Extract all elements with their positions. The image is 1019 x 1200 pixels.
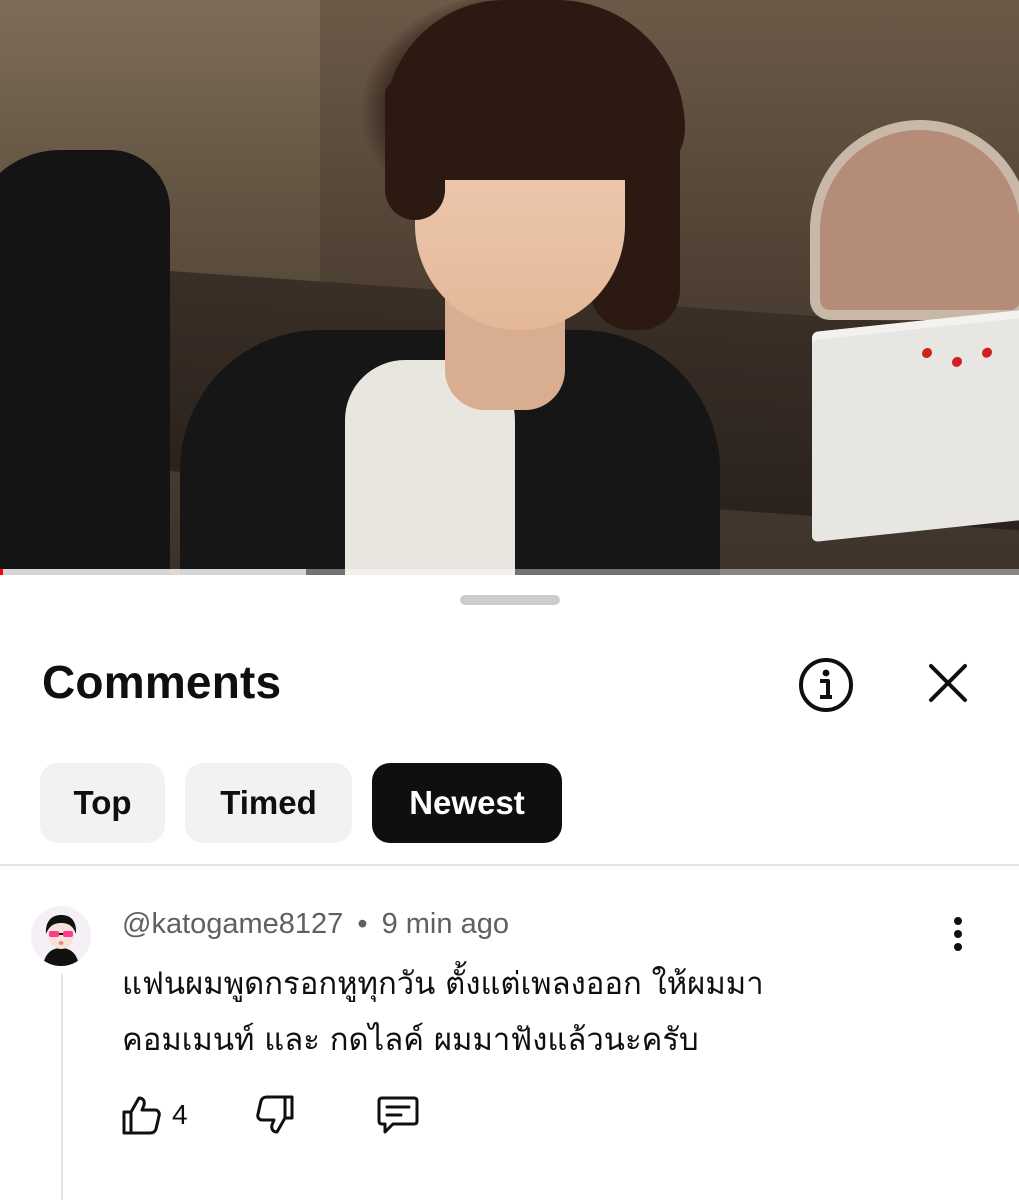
thumbs-down-icon [255, 1095, 294, 1134]
drag-handle[interactable] [460, 595, 560, 605]
like-button[interactable]: 4 [120, 1094, 188, 1136]
comment-author[interactable]: @katogame8127 [122, 908, 343, 940]
avatar[interactable] [31, 906, 91, 966]
thread-line [61, 974, 63, 1200]
like-count: 4 [172, 1099, 188, 1130]
info-icon [799, 658, 853, 712]
meta-separator: • [357, 908, 368, 940]
chip-timed[interactable]: Timed [185, 763, 352, 843]
video-chair [810, 120, 1019, 320]
comments-sheet: Comments Top Timed Newest @katogame8127 … [0, 575, 1019, 1200]
close-button[interactable] [920, 655, 976, 711]
reply-button[interactable] [376, 1094, 420, 1136]
thumbs-up-icon [122, 1096, 161, 1135]
filter-chips: Top Timed Newest [40, 763, 562, 843]
video-hair-left [385, 80, 445, 220]
comment-meta: @katogame8127 • 9 min ago [122, 908, 509, 941]
video-person-left [0, 150, 170, 575]
more-vertical-icon [954, 917, 962, 951]
close-icon [929, 664, 967, 702]
video-player[interactable] [0, 0, 1019, 575]
chip-newest[interactable]: Newest [372, 763, 562, 843]
comment-actions: 4 [120, 1094, 420, 1136]
panel-title: Comments [42, 656, 282, 708]
avatar-icon [31, 906, 91, 966]
video-progress-fill[interactable] [0, 569, 4, 575]
more-options-button[interactable] [940, 914, 976, 954]
info-button[interactable] [796, 655, 856, 715]
comment-text: แฟนผมพูดกรอกหูทุกวัน ตั้งแต่เพลงออก ให้ผ… [122, 966, 764, 1058]
dislike-button[interactable] [255, 1094, 298, 1136]
comment-reply-icon [377, 1096, 419, 1134]
comment-item: @katogame8127 • 9 min ago แฟนผมพูดกรอกหู… [0, 866, 1019, 1200]
chip-top[interactable]: Top [40, 763, 165, 843]
video-device [812, 307, 1019, 543]
comment-time: 9 min ago [381, 908, 509, 940]
